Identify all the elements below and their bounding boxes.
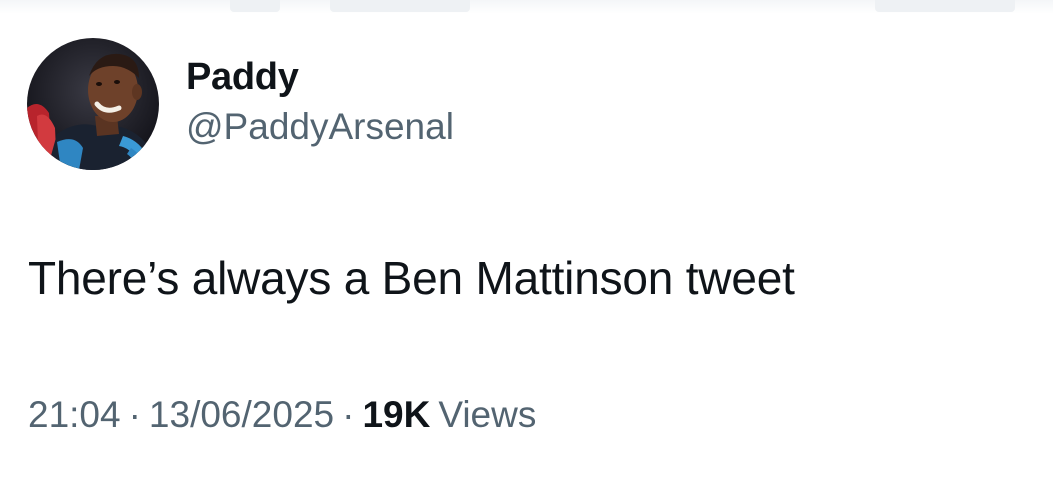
tweet-date[interactable]: 13/06/2025 bbox=[149, 394, 334, 435]
avatar-image bbox=[27, 38, 159, 170]
tweet-card: Paddy @PaddyArsenal There’s always a Ben… bbox=[0, 0, 1053, 477]
views-count: 19K bbox=[362, 394, 431, 435]
tweet-header: Paddy @PaddyArsenal bbox=[27, 38, 454, 170]
tweet-time[interactable]: 21:04 bbox=[28, 394, 121, 435]
meta-separator: · bbox=[342, 394, 355, 435]
author-display-name[interactable]: Paddy bbox=[186, 54, 454, 100]
author-handle[interactable]: @PaddyArsenal bbox=[186, 104, 454, 150]
views-label: Views bbox=[438, 394, 537, 435]
meta-separator: · bbox=[128, 394, 141, 435]
avatar[interactable] bbox=[27, 38, 159, 170]
author-names: Paddy @PaddyArsenal bbox=[186, 54, 454, 150]
tweet-meta: 21:04 · 13/06/2025 · 19K Views bbox=[28, 392, 536, 438]
tweet-text: There’s always a Ben Mattinson tweet bbox=[28, 252, 795, 304]
